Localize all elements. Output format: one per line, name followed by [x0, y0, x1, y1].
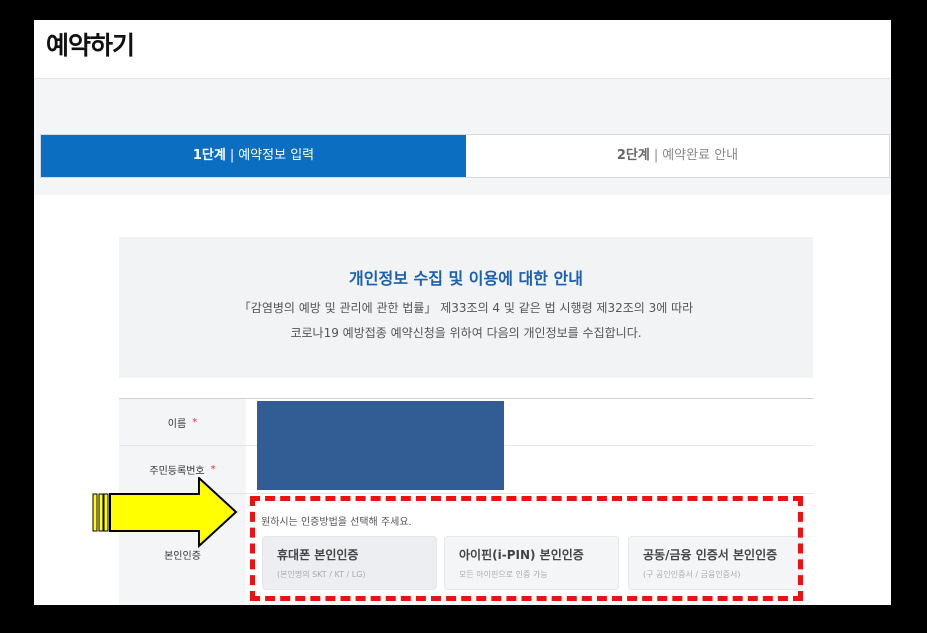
- step-1-label: 예약정보 입력: [238, 148, 315, 163]
- page-title: 예약하기: [46, 31, 135, 60]
- yellow-arrow-icon: [92, 477, 238, 549]
- step-2-label: 예약완료 안내: [662, 148, 739, 163]
- notice-line-2: 코로나19 예방접종 예약신청을 위하여 다음의 개인정보를 수집합니다.: [290, 326, 642, 340]
- step-1-number: 1단계: [192, 148, 226, 163]
- redaction-box: [257, 401, 504, 490]
- required-mark: *: [210, 464, 216, 475]
- step-2-tab: 2단계 | 예약완료 안내: [466, 135, 889, 177]
- step-1-tab: 1단계 | 예약정보 입력: [41, 135, 466, 177]
- required-mark: *: [192, 416, 198, 428]
- notice-title: 개인정보 수집 및 이용에 대한 안내: [349, 269, 583, 288]
- name-label: 이름 *: [119, 399, 246, 445]
- step-2-number: 2단계: [616, 148, 650, 163]
- step-indicator: 1단계 | 예약정보 입력 2단계 | 예약완료 안내: [40, 134, 890, 178]
- privacy-notice-box: 개인정보 수집 및 이용에 대한 안내 「감염병의 예방 및 관리에 관한 법률…: [119, 237, 813, 378]
- header: 예약하기: [34, 20, 891, 79]
- name-label-text: 이름: [167, 418, 187, 430]
- rrn-label-text: 주민등록번호: [149, 466, 205, 477]
- step-separator: |: [229, 148, 235, 163]
- notice-line-1: 「감염병의 예방 및 관리에 관한 법률」 제33조의 4 및 같은 법 시행령…: [238, 301, 694, 315]
- annotation-dashed-box: [250, 496, 803, 601]
- step-separator: |: [653, 148, 659, 163]
